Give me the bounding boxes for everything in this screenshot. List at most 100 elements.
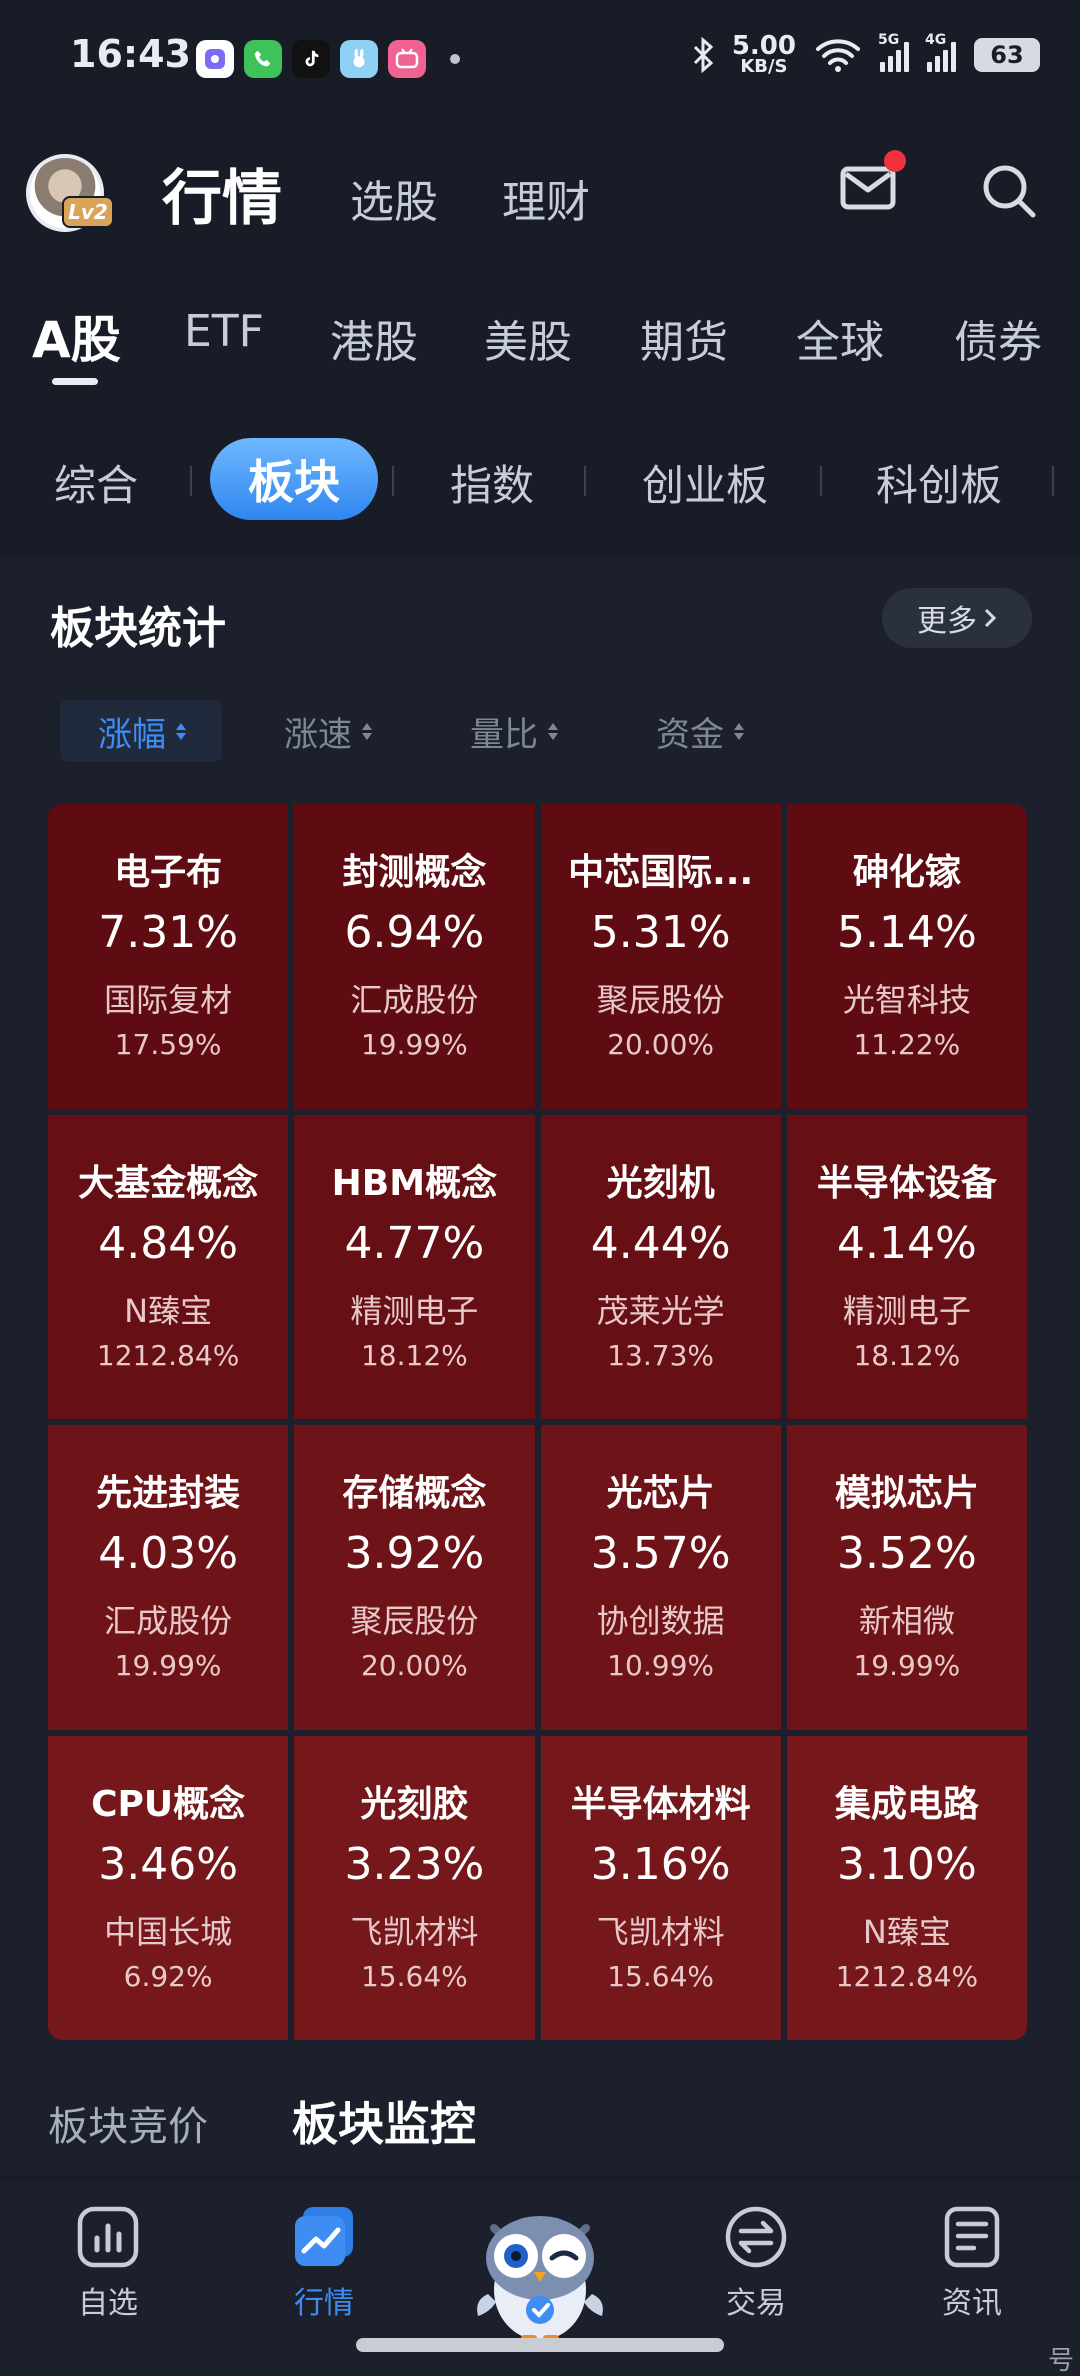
app-screen: 16:43 5.00 KB/S 5G 4G 63 Lv2 行情 选股 理财 A股… (0, 0, 1080, 2376)
sector-name: 光芯片 (606, 1473, 715, 1515)
nav-item-stock-picker[interactable]: 选股 (350, 166, 438, 230)
sector-cell[interactable]: 光刻机 4.44% 茂莱光学 13.73% (540, 1114, 781, 1419)
bottom-nav-label: 交易 (726, 2286, 786, 2321)
sector-cell[interactable]: 模拟芯片 3.52% 新相微 19.99% (786, 1425, 1027, 1730)
sector-name: HBM概念 (331, 1162, 498, 1204)
edge-text: 号 (1047, 2346, 1074, 2376)
tab-sector-auction[interactable]: 板块竞价 (48, 2094, 208, 2152)
more-button[interactable]: 更多 (882, 588, 1032, 648)
leading-stock-name: 精测电子 (350, 1291, 479, 1330)
section-title: 板块统计 (50, 603, 226, 654)
leading-stock-change-pct: 15.64% (360, 1959, 468, 1993)
leading-stock-change-pct: 11.22% (853, 1028, 961, 1062)
sector-change-pct: 3.10% (836, 1838, 977, 1890)
sector-name: 砷化镓 (852, 852, 961, 894)
sector-change-pct: 3.46% (98, 1838, 239, 1890)
owl-mascot-icon[interactable] (470, 2198, 610, 2346)
leading-stock-name: 茂莱光学 (596, 1291, 725, 1330)
status-bar: 16:43 5.00 KB/S 5G 4G 63 (0, 0, 1080, 118)
bottom-nav-news[interactable]: 资讯 (892, 2204, 1052, 2322)
leading-stock-change-pct: 19.99% (853, 1649, 961, 1683)
status-right: 5.00 KB/S 5G 4G 63 (692, 32, 1040, 76)
sector-name: 存储概念 (342, 1473, 487, 1515)
leading-stock-name: 聚辰股份 (350, 1602, 479, 1641)
mail-icon[interactable] (840, 166, 896, 210)
leading-stock-change-pct: 1212.84% (835, 1959, 979, 1993)
sector-cell[interactable]: CPU概念 3.46% 中国长城 6.92% (48, 1735, 289, 2040)
bottom-nav-trade[interactable]: 交易 (676, 2204, 836, 2322)
leading-stock-change-pct: 10.99% (607, 1649, 714, 1683)
rabbit-app-icon (340, 40, 378, 78)
sort-label: 涨幅 (98, 714, 166, 755)
home-indicator[interactable] (356, 2338, 724, 2352)
sector-heatmap-grid: 电子布 7.31% 国际复材 17.59% 封测概念 6.94% 汇成股份 19.99% 中芯国… (48, 804, 1027, 2040)
signal-4g-label: 4G (925, 32, 947, 48)
leading-stock-name: 协创数据 (596, 1602, 725, 1641)
more-notifications-dot (450, 54, 460, 64)
sector-change-pct: 4.77% (344, 1217, 485, 1269)
sector-name: 半导体设备 (816, 1162, 997, 1204)
bottom-nav-market[interactable]: 行情 (244, 2204, 404, 2322)
sector-cell[interactable]: 存储概念 3.92% 聚辰股份 20.00% (294, 1425, 535, 1730)
leading-stock-change-pct: 1212.84% (96, 1338, 240, 1372)
market-tabs: A股 ETF 港股 美股 期货 全球 债券 (0, 296, 1080, 396)
sector-cell[interactable]: 半导体设备 4.14% 精测电子 18.12% (786, 1114, 1027, 1419)
subtab-divider (190, 466, 192, 496)
bottom-nav: 自选 行情 交易 资讯 号 (0, 2182, 1080, 2376)
subtab-indices[interactable]: 指数 (450, 452, 534, 513)
tab-etf[interactable]: ETF (184, 306, 264, 357)
sort-by-speed[interactable]: 涨速 (284, 700, 372, 762)
leading-stock-name: 光智科技 (842, 981, 971, 1020)
sort-options: 涨幅 涨速 量比 资金 (60, 700, 1020, 762)
signal-5g-icon: 5G (878, 32, 909, 72)
sector-cell[interactable]: 大基金概念 4.84% N臻宝 1212.84% (48, 1114, 289, 1419)
subtab-star-market[interactable]: 科创板 (876, 452, 1002, 513)
subtab-sectors[interactable]: 板块 (210, 438, 378, 520)
sector-cell[interactable]: 光芯片 3.57% 协创数据 10.99% (540, 1425, 781, 1730)
network-speed: 5.00 KB/S (732, 33, 796, 76)
signal-4g-icon: 4G (925, 32, 956, 72)
news-icon (944, 2206, 1000, 2268)
sort-arrows-icon (362, 722, 372, 740)
chevron-right-icon (984, 608, 997, 628)
phone-app-icon (244, 40, 282, 78)
subtab-overview[interactable]: 综合 (54, 452, 138, 513)
sector-cell[interactable]: 封测概念 6.94% 汇成股份 19.99% (294, 804, 535, 1109)
tab-hk-stocks[interactable]: 港股 (330, 306, 418, 370)
tab-bonds[interactable]: 债券 (954, 306, 1042, 370)
leading-stock-name: 飞凯材料 (596, 1912, 725, 1951)
sector-cell[interactable]: 集成电路 3.10% N臻宝 1212.84% (786, 1735, 1027, 2040)
leading-stock-change-pct: 18.12% (853, 1338, 961, 1372)
sort-arrows-icon (176, 722, 186, 740)
search-icon[interactable] (980, 162, 1038, 220)
sort-by-change[interactable]: 涨幅 (60, 700, 222, 762)
leading-stock-change-pct: 6.92% (123, 1959, 213, 1993)
sector-name: 光刻胶 (360, 1783, 469, 1825)
nav-item-wealth[interactable]: 理财 (502, 166, 590, 230)
sector-name: 模拟芯片 (834, 1473, 979, 1515)
sector-cell[interactable]: 砷化镓 5.14% 光智科技 11.22% (786, 804, 1027, 1109)
tiktok-app-icon (292, 40, 330, 78)
tab-sector-monitor[interactable]: 板块监控 (292, 2088, 476, 2154)
nav-title-market[interactable]: 行情 (162, 150, 282, 237)
leading-stock-change-pct: 15.64% (607, 1959, 714, 1993)
sector-cell[interactable]: 电子布 7.31% 国际复材 17.59% (48, 804, 289, 1109)
tab-global[interactable]: 全球 (796, 306, 884, 370)
sector-cell[interactable]: HBM概念 4.77% 精测电子 18.12% (294, 1114, 535, 1419)
sort-by-capital[interactable]: 资金 (656, 700, 744, 762)
leading-stock-change-pct: 20.00% (607, 1028, 714, 1062)
subtab-chinext[interactable]: 创业板 (642, 452, 768, 513)
sort-by-volume-ratio[interactable]: 量比 (470, 700, 558, 762)
tab-a-shares[interactable]: A股 (32, 300, 121, 372)
tab-futures[interactable]: 期货 (640, 306, 728, 370)
sector-cell[interactable]: 半导体材料 3.16% 飞凯材料 15.64% (540, 1735, 781, 2040)
sector-change-pct: 3.57% (590, 1528, 731, 1580)
bottom-nav-watchlist[interactable]: 自选 (28, 2204, 188, 2322)
leading-stock-name: 精测电子 (842, 1291, 971, 1330)
sector-cell[interactable]: 中芯国际... 5.31% 聚辰股份 20.00% (540, 804, 781, 1109)
leading-stock-name: 新相微 (858, 1602, 955, 1641)
sector-cell[interactable]: 光刻胶 3.23% 飞凯材料 15.64% (294, 1735, 535, 2040)
leading-stock-change-pct: 18.12% (360, 1338, 468, 1372)
sector-cell[interactable]: 先进封装 4.03% 汇成股份 19.99% (48, 1425, 289, 1730)
tab-us-stocks[interactable]: 美股 (484, 306, 572, 370)
